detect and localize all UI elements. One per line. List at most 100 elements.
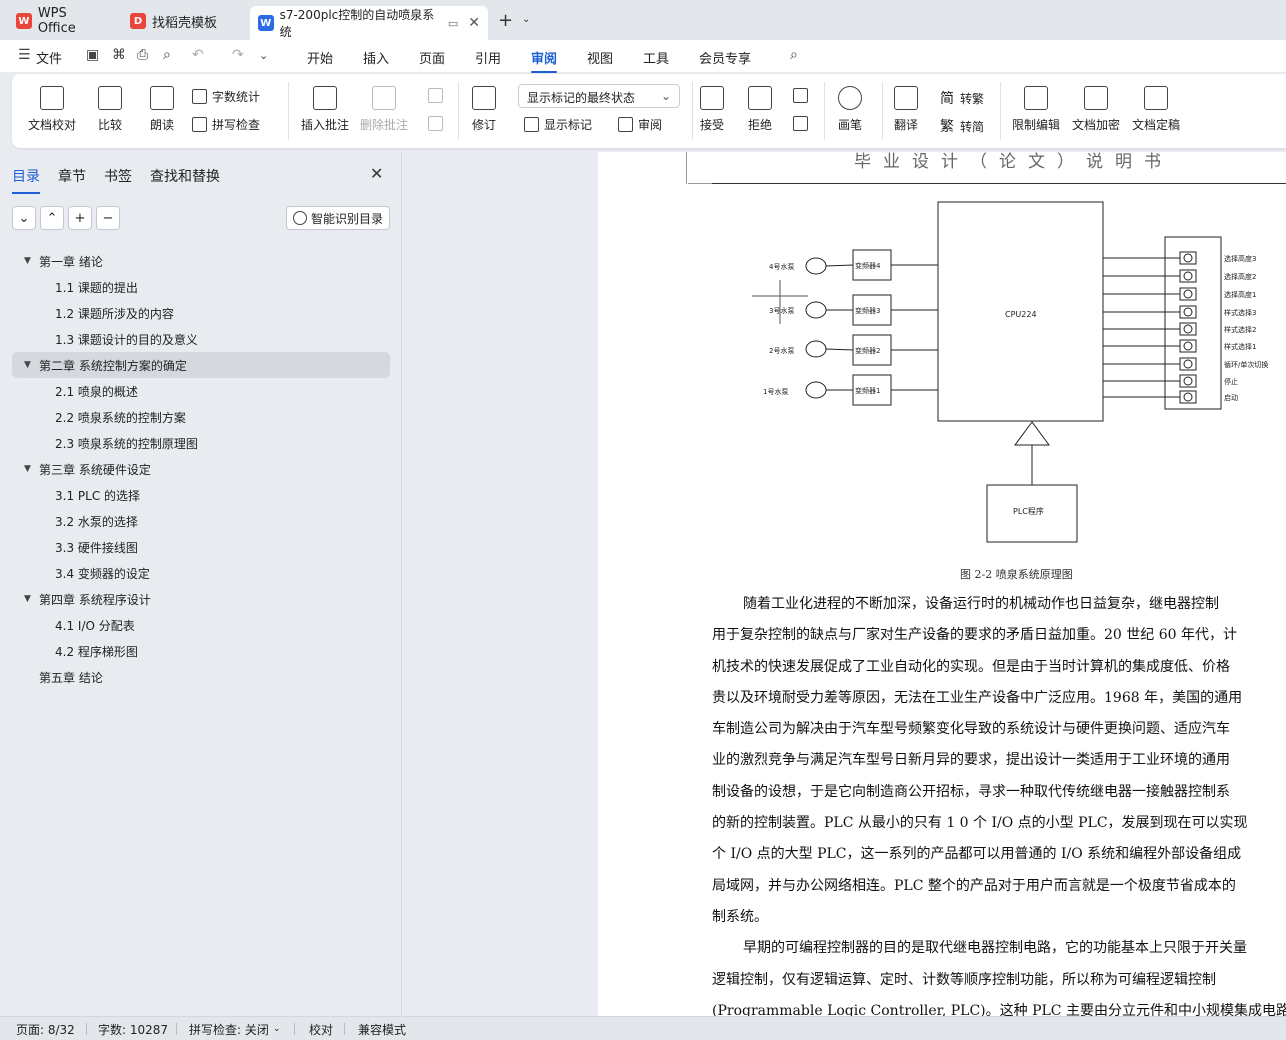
collapse-all-button[interactable]: ⌃ xyxy=(40,206,64,230)
menu-home[interactable]: 开始 xyxy=(307,48,333,67)
previous-change-icon[interactable] xyxy=(793,88,813,103)
to-simplified-button[interactable]: 繁 转简 xyxy=(940,116,984,136)
toc-chapter-item[interactable]: ▼ 第三章 系统硬件设定 xyxy=(12,456,390,482)
toc-section-item[interactable]: 1.2 课题所涉及的内容 xyxy=(12,300,390,326)
chevron-down-icon: ⌄ xyxy=(18,210,30,226)
smart-toc-button[interactable]: 智能识别目录 xyxy=(286,206,390,230)
toc-section-item[interactable]: 1.3 课题设计的目的及意义 xyxy=(12,326,390,352)
new-tab-icon[interactable]: + xyxy=(498,10,513,31)
menu-review[interactable]: 审阅 xyxy=(531,48,558,73)
text-line: 制设备的设想，于是它向制造商公开招标，寻求一种取代传统继电器一接触器控制系 xyxy=(712,783,1230,800)
quick-access-chevron-icon[interactable]: ⌄ xyxy=(259,49,268,62)
inverter-label: 变频器3 xyxy=(855,306,880,315)
menu-view[interactable]: 视图 xyxy=(587,48,613,67)
previous-comment-icon[interactable] xyxy=(428,88,448,103)
menu-file[interactable]: 文件 xyxy=(36,48,62,67)
insert-comment-button[interactable]: 插入批注 xyxy=(301,86,349,133)
toc-section-item[interactable]: 4.2 程序梯形图 xyxy=(12,638,390,664)
menu-insert[interactable]: 插入 xyxy=(363,48,389,67)
tab-wps-office[interactable]: W WPS Office xyxy=(8,6,116,36)
toc-section-item[interactable]: 3.1 PLC 的选择 xyxy=(12,482,390,508)
word-count-button[interactable]: 字数统计 xyxy=(192,88,260,105)
tab-toc[interactable]: 目录 xyxy=(12,166,40,194)
traditional-char-icon: 繁 xyxy=(940,119,954,135)
inverter-label: 变频器1 xyxy=(855,386,880,395)
page-indicator[interactable]: 页面: 8/32 xyxy=(16,1021,75,1038)
spell-check-button[interactable]: 拼写检查 xyxy=(192,116,260,133)
compare-button[interactable]: 比较 xyxy=(98,86,122,133)
toc-chapter-item[interactable]: ▼ 第一章 绪论 xyxy=(12,248,390,274)
undo-icon[interactable]: ↶ xyxy=(192,47,204,63)
remove-heading-button[interactable]: − xyxy=(96,206,120,230)
toc-section-item[interactable]: 3.3 硬件接线图 xyxy=(12,534,390,560)
track-changes-button[interactable]: 修订 xyxy=(472,86,496,133)
monitor-icon[interactable]: ▭ xyxy=(448,17,458,30)
delete-comment-button[interactable]: 删除批注 xyxy=(360,86,408,133)
tab-find-replace[interactable]: 查找和替换 xyxy=(150,166,220,186)
expand-all-button[interactable]: ⌄ xyxy=(12,206,36,230)
spell-check-status[interactable]: 拼写检查: 关闭 xyxy=(189,1021,269,1038)
reject-button[interactable]: 拒绝 xyxy=(748,86,772,133)
text-line: 制系统。 xyxy=(712,908,768,925)
menu-page[interactable]: 页面 xyxy=(419,48,445,67)
expand-triangle-icon[interactable]: ▼ xyxy=(24,360,31,370)
toc-section-item[interactable]: 3.4 变频器的设定 xyxy=(12,560,390,586)
print-preview-icon[interactable]: ⌕ xyxy=(163,47,171,63)
print-icon[interactable]: ⎙ xyxy=(137,47,148,63)
toc-item-label: 3.1 PLC 的选择 xyxy=(55,488,141,503)
review-pane-button[interactable]: 审阅 xyxy=(618,116,662,133)
toc-chapter-item[interactable]: ▼ 第二章 系统控制方案的确定 xyxy=(12,352,390,378)
fountain-control-diagram: 选择高度3 选择高度2 选择高度1 样式选择3 样式选择2 样式选择1 循环/单次切换停止启… xyxy=(752,201,1268,543)
daoke-logo-icon: D xyxy=(130,13,146,29)
tab-daoke-templates[interactable]: D 找稻壳模板 xyxy=(122,6,244,36)
read-aloud-button[interactable]: 朗读 xyxy=(150,86,174,133)
toc-section-item[interactable]: 2.3 喷泉系统的控制原理图 xyxy=(12,430,390,456)
toc-section-item[interactable]: 1.1 课题的提出 xyxy=(12,274,390,300)
toc-section-item[interactable]: 2.1 喷泉的概述 xyxy=(12,378,390,404)
toc-section-item[interactable]: 3.2 水泵的选择 xyxy=(12,508,390,534)
doc-check-button[interactable]: 文档校对 xyxy=(28,86,76,133)
encrypt-button[interactable]: 文档加密 xyxy=(1072,86,1120,133)
restrict-edit-button[interactable]: 限制编辑 xyxy=(1012,86,1060,133)
next-comment-icon[interactable] xyxy=(428,116,448,131)
menu-hamburger-icon[interactable]: ☰ xyxy=(18,47,31,63)
redo-icon[interactable]: ↷ xyxy=(232,47,244,63)
search-icon[interactable]: ⌕ xyxy=(790,47,798,63)
tab-document[interactable]: W s7-200plc控制的自动喷泉系统 ▭ ✕ xyxy=(250,6,488,40)
markup-state-dropdown[interactable]: 显示标记的最终状态 ⌄ xyxy=(518,84,680,108)
next-change-icon[interactable] xyxy=(793,116,813,131)
toc-section-item[interactable]: 2.2 喷泉系统的控制方案 xyxy=(12,404,390,430)
toc-chapter-item[interactable]: 第五章 结论 xyxy=(12,664,390,690)
accept-button[interactable]: 接受 xyxy=(700,86,724,133)
pump-line xyxy=(825,264,854,267)
toc-item-label: 1.1 课题的提出 xyxy=(55,280,138,295)
ribbon-separator xyxy=(458,82,459,140)
smart-toc-label: 智能识别目录 xyxy=(310,211,383,226)
proofread-status[interactable]: 校对 xyxy=(309,1021,333,1038)
to-traditional-button[interactable]: 简 转繁 xyxy=(940,88,984,108)
pump-label: 1号水泵 xyxy=(763,387,788,396)
translate-button[interactable]: 翻译 xyxy=(894,86,918,133)
show-markup-button[interactable]: 显示标记 xyxy=(524,116,592,133)
tab-chapters[interactable]: 章节 xyxy=(58,166,86,186)
draw-button[interactable]: 画笔 xyxy=(838,86,862,133)
save-icon[interactable]: ▣ xyxy=(86,47,99,63)
menu-tools[interactable]: 工具 xyxy=(643,48,669,67)
toc-section-item[interactable]: 4.1 I/O 分配表 xyxy=(12,612,390,638)
finalize-button[interactable]: 文档定稿 xyxy=(1132,86,1180,133)
add-heading-button[interactable]: + xyxy=(68,206,92,230)
document-page[interactable]: 毕业设计（论文）说明书 选择高度3 选择高度2 选择高度1 样式选择3 样式选择… xyxy=(598,152,1286,1016)
close-pane-icon[interactable]: ✕ xyxy=(370,164,383,183)
toc-chapter-item[interactable]: ▼ 第四章 系统程序设计 xyxy=(12,586,390,612)
word-count-status[interactable]: 字数: 10287 xyxy=(98,1021,168,1038)
menu-references[interactable]: 引用 xyxy=(475,48,501,67)
tab-bookmarks[interactable]: 书签 xyxy=(104,166,132,186)
link-icon[interactable]: ⌘ xyxy=(112,47,126,63)
expand-triangle-icon[interactable]: ▼ xyxy=(24,594,31,604)
menu-member[interactable]: 会员专享 xyxy=(699,48,751,67)
close-tab-icon[interactable]: ✕ xyxy=(468,15,480,31)
tab-list-chevron-icon[interactable]: ⌄ xyxy=(522,14,530,25)
expand-triangle-icon[interactable]: ▼ xyxy=(24,256,31,266)
spell-check-chevron-icon[interactable]: ⌄ xyxy=(273,1024,281,1034)
expand-triangle-icon[interactable]: ▼ xyxy=(24,464,31,474)
